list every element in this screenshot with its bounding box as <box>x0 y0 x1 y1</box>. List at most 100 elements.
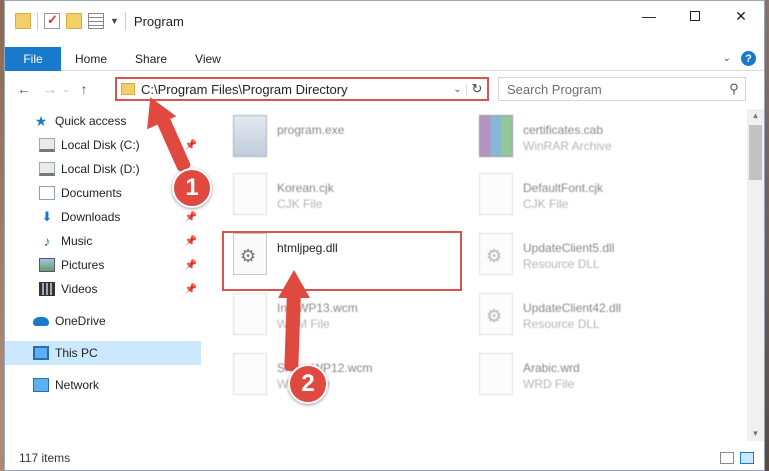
search-icon[interactable]: ⚲ <box>723 81 745 97</box>
sidebar-item-label: Pictures <box>61 258 105 272</box>
large-icons-view-icon[interactable] <box>740 452 754 464</box>
file-type: CJK File <box>523 197 569 211</box>
sidebar-item-label: Local Disk (C:) <box>61 138 140 152</box>
maximize-icon <box>690 11 700 21</box>
address-path[interactable]: C:\Program Files\Program Directory <box>141 82 449 97</box>
forward-arrow-icon[interactable]: → <box>39 81 61 97</box>
file-item[interactable]: certificates.cab WinRAR Archive <box>479 115 719 167</box>
scrollbar-thumb[interactable] <box>749 125 762 180</box>
file-text: UpdateClient5.dll Resource DLL <box>523 233 614 271</box>
sidebar-item-pictures[interactable]: Pictures 📌 <box>5 253 201 277</box>
folder-icon[interactable] <box>15 13 31 29</box>
sidebar-item-label: Documents <box>61 186 122 200</box>
sidebar-item-onedrive[interactable]: OneDrive <box>5 309 201 333</box>
sidebar-item-label: Videos <box>61 282 98 296</box>
customize-toolbar-chevron-icon[interactable]: ▼ <box>110 16 119 26</box>
help-icon[interactable]: ? <box>741 51 756 66</box>
file-name: Korean.cjk <box>277 181 334 195</box>
pin-icon[interactable]: 📌 <box>185 284 197 295</box>
divider <box>124 12 126 30</box>
properties-icon[interactable] <box>88 13 104 29</box>
network-icon <box>33 378 49 392</box>
navigation-row: ← → ⌄ ↑ C:\Program Files\Program Directo… <box>5 75 764 103</box>
file-item[interactable]: UpdateClient5.dll Resource DLL <box>479 233 719 285</box>
pin-icon[interactable]: 📌 <box>185 212 197 223</box>
address-history-chevron-icon[interactable]: ⌄ <box>449 83 467 95</box>
sidebar-item-videos[interactable]: Videos 📌 <box>5 277 201 301</box>
generic-file-icon <box>233 353 267 395</box>
scroll-up-icon[interactable]: ▲ <box>747 109 764 123</box>
details-view-icon[interactable] <box>720 452 734 464</box>
window-controls: — ✕ <box>626 1 764 31</box>
file-type: Resource DLL <box>523 317 600 331</box>
back-arrow-icon[interactable]: ← <box>13 81 35 97</box>
sidebar-item-label: Network <box>55 378 100 392</box>
sidebar-item-network[interactable]: Network <box>5 373 201 397</box>
ribbon-right: ⌄ ? <box>723 51 756 66</box>
computer-icon <box>33 346 49 360</box>
file-type: Resource DLL <box>523 257 600 271</box>
quick-access-toolbar: ▼ <box>15 12 126 30</box>
file-item[interactable]: DefaultFont.cjk CJK File <box>479 173 719 225</box>
up-arrow-icon[interactable]: ↑ <box>73 81 95 97</box>
dll-gear-file-icon <box>479 233 513 275</box>
file-name: Arabic.wrd <box>523 361 580 375</box>
tab-share[interactable]: Share <box>121 52 181 66</box>
file-name: UpdateClient5.dll <box>523 241 615 255</box>
file-item[interactable]: Korean.cjk CJK File <box>233 173 473 225</box>
scroll-down-icon[interactable]: ▼ <box>747 427 764 441</box>
file-name: certificates.cab <box>523 123 604 137</box>
step-2-arrowhead <box>278 270 310 298</box>
ribbon-tabs: File Home Share View ⌄ ? <box>5 46 764 71</box>
status-bar: 117 items <box>5 446 764 470</box>
new-folder-icon[interactable] <box>66 13 82 29</box>
recent-locations-chevron-icon[interactable]: ⌄ <box>61 84 71 95</box>
file-item[interactable]: SnoopWP12.wcm WCM File <box>233 353 473 405</box>
close-button[interactable]: ✕ <box>718 1 764 31</box>
navigation-pane: ★ Quick access Local Disk (C:) 📌 Local D… <box>5 109 201 439</box>
maximize-button[interactable] <box>672 1 718 31</box>
properties-check-icon[interactable] <box>44 12 60 29</box>
sidebar-item-local-disk-d[interactable]: Local Disk (D:) <box>5 157 201 181</box>
hard-drive-icon <box>39 138 55 152</box>
vertical-scrollbar[interactable]: ▲ ▼ <box>747 109 764 441</box>
file-item[interactable]: Arabic.wrd WRD File <box>479 353 719 405</box>
file-item[interactable]: InfoWP13.wcm WCM File <box>233 293 473 345</box>
cloud-icon <box>33 316 49 326</box>
search-placeholder[interactable]: Search Program <box>499 82 723 97</box>
documents-icon <box>39 186 55 200</box>
sidebar-item-downloads[interactable]: ⬇ Downloads 📌 <box>5 205 201 229</box>
title-bar: ▼ Program — ✕ <box>5 1 764 41</box>
expand-ribbon-chevron-icon[interactable]: ⌄ <box>723 53 731 64</box>
star-icon: ★ <box>34 113 48 129</box>
sidebar-item-this-pc[interactable]: This PC <box>5 341 201 365</box>
file-text: program.exe <box>277 115 344 139</box>
tab-view[interactable]: View <box>181 52 235 66</box>
file-type: WinRAR Archive <box>523 139 612 153</box>
address-bar[interactable]: C:\Program Files\Program Directory ⌄ ↻ <box>115 77 489 101</box>
file-name: UpdateClient42.dll <box>523 301 622 315</box>
file-item[interactable]: UpdateClient42.dll Resource DLL <box>479 293 719 345</box>
generic-file-icon <box>479 173 513 215</box>
search-input[interactable]: Search Program ⚲ <box>498 77 746 101</box>
file-text: UpdateClient42.dll Resource DLL <box>523 293 621 331</box>
file-type: CJK File <box>277 197 323 211</box>
music-note-icon: ♪ <box>43 233 51 249</box>
view-switcher <box>720 452 754 464</box>
pin-icon[interactable]: 📌 <box>185 140 197 151</box>
tab-file[interactable]: File <box>5 46 61 71</box>
sidebar-item-music[interactable]: ♪ Music 📌 <box>5 229 201 253</box>
download-arrow-icon: ⬇ <box>41 209 53 224</box>
pin-icon[interactable]: 📌 <box>185 260 197 271</box>
refresh-icon[interactable]: ↻ <box>467 81 487 97</box>
dll-gear-file-icon <box>479 293 513 335</box>
minimize-button[interactable]: — <box>626 1 672 31</box>
sidebar-item-label: This PC <box>55 346 98 360</box>
file-item[interactable]: program.exe <box>233 115 473 167</box>
pin-icon[interactable]: 📌 <box>185 236 197 247</box>
tab-home[interactable]: Home <box>61 52 121 66</box>
file-text: Arabic.wrd WRD File <box>523 353 580 391</box>
